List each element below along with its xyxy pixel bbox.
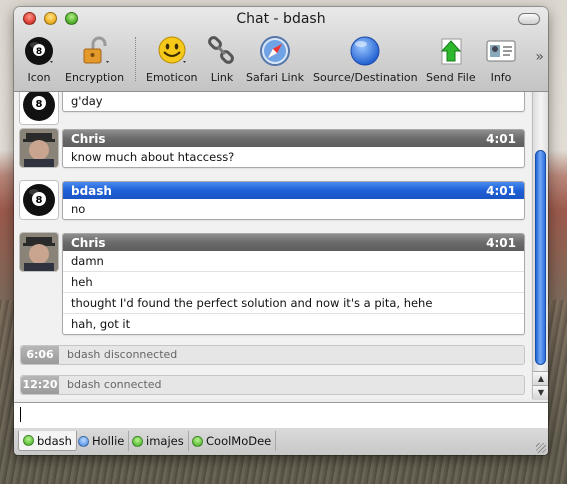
chat-window: Chat - bdash 8 Icon Encryption Emoticon … (14, 7, 548, 455)
padlock-icon (79, 35, 111, 67)
toolbar-source-destination-button[interactable]: Source/Destination (313, 35, 418, 84)
toolbar-send-file-label: Send File (426, 71, 476, 84)
8-ball-avatar: 8 (20, 181, 58, 219)
toolbar-overflow-button[interactable]: » (535, 49, 544, 65)
message-line: g'day (71, 94, 103, 108)
tab-hollie[interactable]: Hollie (74, 431, 130, 451)
message-bubble: Chris 4:01 damn heh thought I'd found th… (62, 233, 525, 335)
chat-transcript[interactable]: 8 g'day Chris 4:01 know much about htacc… (14, 92, 531, 399)
toolbar-send-file-button[interactable]: Send File (426, 35, 476, 84)
tab-label: CoolMoDee (206, 434, 272, 448)
chris-avatar (20, 233, 58, 271)
status-time: 6:06 (21, 346, 59, 364)
online-status-icon (192, 435, 203, 447)
compass-icon (259, 35, 291, 67)
tab-bdash[interactable]: bdash (18, 431, 77, 451)
message-header: bdash 4:01 (63, 182, 524, 199)
message-sender: Chris (71, 235, 106, 250)
message-bubble: bdash 4:01 no (62, 181, 525, 220)
8-ball-avatar: 8 (20, 92, 58, 124)
away-status-icon (78, 435, 89, 447)
toolbar-encryption-button[interactable]: Encryption (65, 35, 124, 84)
scroll-thumb[interactable] (535, 150, 546, 365)
toolbar-info-label: Info (490, 71, 512, 84)
message-sender: bdash (71, 183, 112, 198)
toolbar: 8 Icon Encryption Emoticon Link Safari L… (14, 31, 548, 89)
status-time: 12:20 (21, 376, 59, 394)
8-ball-icon: 8 (23, 35, 55, 67)
message-line: know much about htaccess? (71, 150, 235, 164)
message-bubble: Chris 4:01 know much about htaccess? (62, 129, 525, 168)
status-event: 6:06 bdash disconnected (20, 345, 525, 365)
online-status-icon (132, 435, 143, 447)
message-line: no (71, 202, 86, 216)
toolbar-link-button[interactable]: Link (206, 35, 238, 84)
message-line: thought I'd found the perfect solution a… (63, 293, 524, 314)
tab-coolmodee[interactable]: CoolMoDee (188, 431, 277, 451)
toolbar-safari-link-button[interactable]: Safari Link (246, 35, 304, 84)
resize-grip-icon[interactable] (536, 443, 546, 453)
message-time: 4:01 (486, 131, 516, 146)
tab-imajes[interactable]: imajes (128, 431, 189, 451)
message-time: 4:01 (486, 183, 516, 198)
message-header: Chris 4:01 (63, 130, 524, 147)
svg-text:8: 8 (36, 47, 42, 57)
svg-text:8: 8 (36, 195, 43, 206)
toolbar-encryption-label: Encryption (65, 71, 125, 84)
blue-globe-icon (349, 35, 381, 67)
scroll-up-arrow-icon[interactable]: ▲ (533, 371, 548, 386)
text-caret (20, 407, 21, 422)
message-input[interactable] (14, 402, 548, 429)
send-file-icon (435, 35, 467, 67)
status-text: bdash disconnected (67, 348, 178, 361)
toolbar-info-button[interactable]: Info (485, 35, 517, 84)
chat-scrollbar[interactable]: ▲ ▼ (532, 92, 548, 400)
chain-link-icon (206, 35, 238, 67)
tab-label: imajes (146, 434, 184, 448)
online-status-icon (23, 435, 34, 446)
toolbar-link-label: Link (210, 71, 234, 84)
toolbar-source-destination-label: Source/Destination (313, 71, 418, 84)
svg-text:8: 8 (36, 99, 43, 110)
message-line: hah, got it (71, 317, 131, 331)
message-time: 4:01 (486, 235, 516, 250)
info-card-icon (485, 35, 517, 67)
toolbar-icon-button[interactable]: 8 Icon (23, 35, 55, 84)
tab-label: bdash (37, 433, 72, 448)
toolbar-emoticon-button[interactable]: Emoticon (146, 35, 198, 84)
window-titlebar: Chat - bdash 8 Icon Encryption Emoticon … (14, 7, 548, 92)
window-title: Chat - bdash (236, 11, 326, 27)
message-line: damn (63, 251, 524, 272)
toolbar-icon-label: Icon (27, 71, 51, 84)
message-sender: Chris (71, 131, 106, 146)
message-line: heh (63, 272, 524, 293)
toolbar-emoticon-label: Emoticon (146, 71, 198, 84)
tab-label: Hollie (92, 434, 125, 448)
status-text: bdash connected (67, 378, 162, 391)
toolbar-toggle-button[interactable] (518, 13, 540, 25)
toolbar-safari-link-label: Safari Link (246, 71, 304, 84)
message-header: Chris 4:01 (63, 234, 524, 251)
message-bubble: g'day (62, 92, 525, 112)
scroll-down-arrow-icon[interactable]: ▼ (533, 385, 548, 400)
chris-avatar (20, 129, 58, 167)
status-event: 12:20 bdash connected (20, 375, 525, 395)
chat-tab-bar: bdash Hollie imajes CoolMoDee (14, 428, 548, 455)
toolbar-separator (135, 37, 136, 81)
smiley-icon (156, 35, 188, 67)
